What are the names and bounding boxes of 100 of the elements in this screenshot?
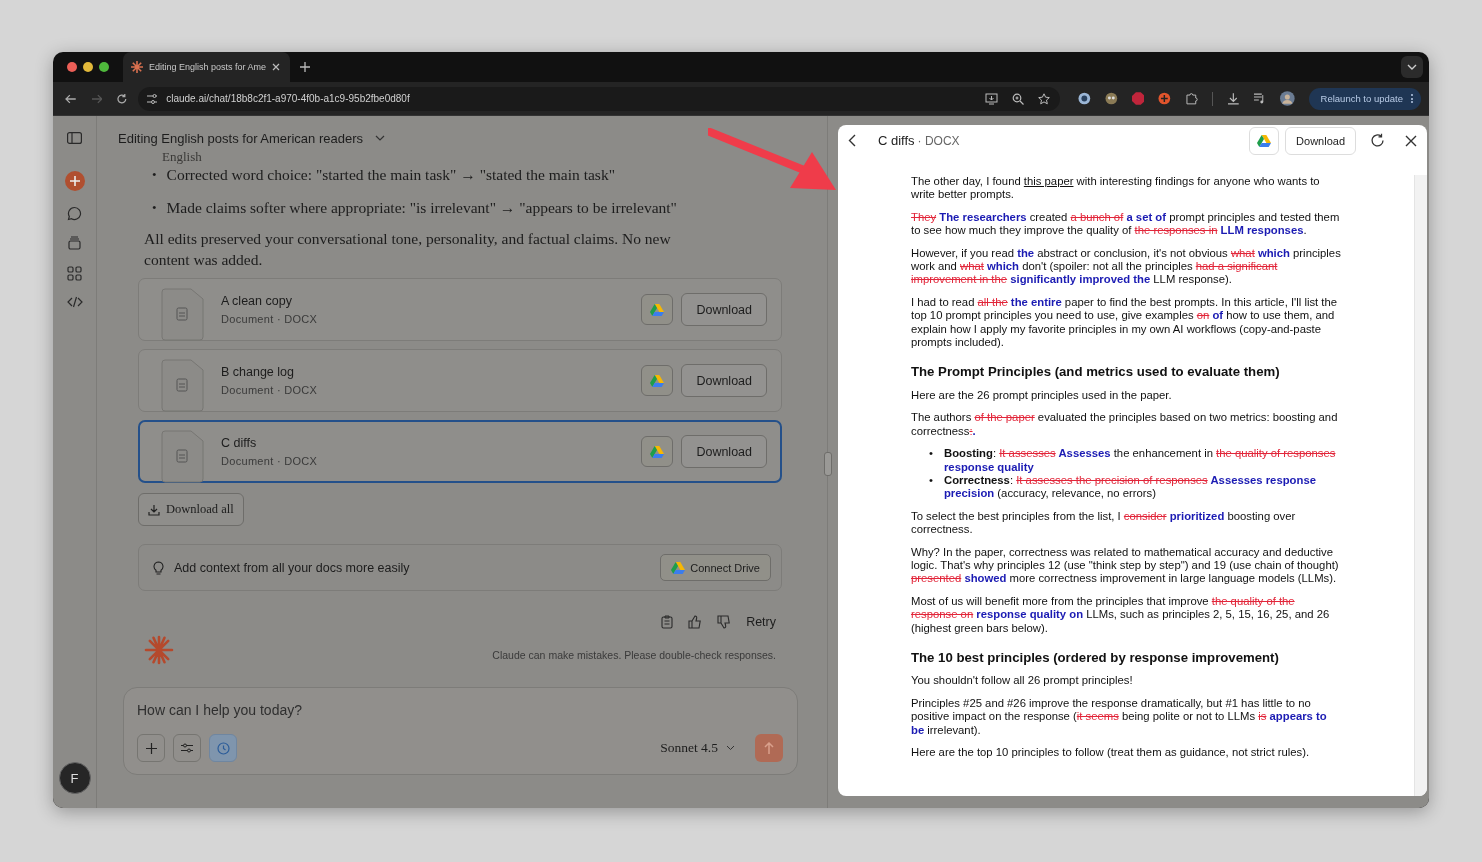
media-icon[interactable] (1253, 92, 1266, 105)
file-card[interactable]: C diffs Document · DOCX Download (138, 420, 782, 483)
bookmark-star-icon[interactable] (1038, 92, 1051, 105)
document-paragraph: They The researchers created a bunch of a set of prompt principles and tested them to see how much they improve the quality of the responses in LLM responses. (911, 210, 1341, 238)
download-all-button[interactable]: Download all (138, 493, 244, 526)
file-name: B change log (221, 365, 295, 379)
chevron-down-icon[interactable] (374, 135, 385, 141)
document-paragraph: Here are the 26 prompt principles used in the paper. (911, 388, 1173, 403)
document-paragraph: You shouldn't follow all 26 prompt principles! (911, 674, 1134, 688)
refresh-icon[interactable] (1370, 133, 1385, 148)
download-button[interactable]: Download (681, 293, 767, 326)
code-icon[interactable] (66, 296, 83, 308)
file-card[interactable]: B change log Document · DOCX Download (138, 349, 782, 412)
download-icon[interactable] (1226, 92, 1240, 105)
copy-icon[interactable] (661, 615, 674, 629)
asterisk-icon (131, 61, 143, 73)
bullet-marker: • (152, 199, 157, 217)
chat-title[interactable]: Editing English posts for American readers (118, 130, 363, 146)
bullet-marker: • (929, 447, 933, 462)
close-icon[interactable] (272, 63, 281, 71)
download-button[interactable]: Download (681, 364, 767, 397)
message-text: English (161, 150, 202, 164)
spark-logo (144, 635, 174, 665)
list-item: Corrected word choice: "started the main task" → "stated the main task" (166, 165, 615, 185)
banner-text: Add context from all your docs more easily (174, 560, 410, 575)
close-window-button[interactable] (67, 62, 77, 72)
clock-icon (216, 741, 230, 755)
file-type: Document · DOCX (221, 384, 318, 396)
file-name: C diffs (221, 436, 258, 450)
document-paragraph: The authors of the paper evaluated the principles based on two metrics: boosting and correctness:. (911, 411, 1339, 439)
model-selector[interactable]: Sonnet 4.5 (660, 740, 735, 756)
thumbs-down-icon[interactable] (717, 615, 732, 629)
document-paragraph: Why? In the paper, correctness was related to mathematical accuracy and deductive logic. That's why principles 12 (use "think step by step") and 19 (use chain of thought) presented showed more correctness improvement in large language models (LLMs). (911, 545, 1340, 586)
chevron-down-icon (726, 745, 735, 751)
grid-icon[interactable] (67, 266, 82, 281)
sidebar-toggle-icon[interactable] (67, 132, 82, 144)
drive-icon (671, 561, 686, 574)
relaunch-button[interactable]: Relaunch to update (1308, 87, 1421, 110)
new-tab-icon[interactable] (300, 62, 311, 72)
site-settings-icon[interactable] (146, 92, 159, 105)
file-name: A clean copy (221, 294, 293, 308)
connect-drive-button[interactable]: Connect Drive (660, 554, 771, 581)
document-heading: The 10 best principles (ordered by response improvement) (911, 650, 1280, 665)
close-icon[interactable] (1405, 134, 1417, 147)
document-paragraph: The other day, I found this paper with interesting findings for anyone who wants to write better prompts. (911, 175, 1321, 202)
download-button[interactable]: Download (1285, 126, 1356, 155)
document-title: C diffs (878, 133, 915, 148)
download-icon (148, 503, 160, 516)
file-card[interactable]: A clean copy Document · DOCX Download (138, 278, 782, 341)
document-heading: The Prompt Principles (and metrics used to evaluate them) (911, 365, 1281, 379)
new-chat-icon[interactable] (64, 171, 85, 191)
extension-icon[interactable] (1104, 92, 1118, 105)
browser-tab[interactable]: Editing English posts for Ame (123, 52, 291, 82)
user-avatar[interactable]: F (58, 762, 91, 794)
disclaimer-text: Claude can make mistakes. Please double-check responses. (492, 649, 776, 661)
lightbulb-icon (153, 560, 164, 575)
chevron-down-icon[interactable] (1401, 56, 1423, 78)
message-text: All edits preserved your conversational tone, personality, and factual claims. No new content was added. (144, 229, 672, 270)
document-paragraph: To select the best principles from the list, I consider prioritized boosting over correctness. (911, 509, 1297, 537)
document-paragraph: Here are the top 10 principles to follow (treat them as guidance, not strict rules). (911, 746, 1311, 760)
save-to-drive-button[interactable] (641, 294, 674, 325)
adblock-icon[interactable] (1131, 92, 1145, 105)
install-icon[interactable] (985, 92, 999, 105)
folder-stack-icon[interactable] (67, 236, 82, 251)
drive-icon (650, 303, 665, 316)
address-bar[interactable]: claude.ai/chat/18b8c2f1-a970-4f0b-a1c9-95b2fbe0d80f (138, 86, 1061, 111)
file-type: Document · DOCX (221, 313, 318, 325)
list-item: Made claims softer where appropriate: "is irrelevant" → "appears to be irrelevant" (166, 198, 677, 218)
arrow-up-icon (764, 742, 774, 754)
add-button[interactable] (137, 734, 165, 762)
resize-handle[interactable] (824, 452, 832, 476)
bullet-marker: • (929, 473, 933, 488)
puzzle-icon[interactable] (1184, 92, 1198, 105)
zoom-icon[interactable] (1012, 92, 1025, 105)
back-icon[interactable] (848, 134, 856, 147)
document-paragraph: Most of us will benefit more from the principles that improve the quality of the response on response quality on LLMs, such as principles 2, 5, 15, 16, 25, and 26 (highest green bars below). (911, 594, 1331, 635)
extension-icon[interactable] (1078, 92, 1091, 105)
message-input[interactable]: How can I help you today? (137, 702, 783, 718)
save-to-drive-button[interactable] (641, 436, 674, 467)
chat-bubble-icon[interactable] (67, 206, 82, 221)
scrollbar[interactable] (1414, 175, 1427, 796)
save-to-drive-button[interactable] (641, 365, 674, 396)
back-icon[interactable] (65, 92, 77, 105)
list-item: Correctness: It assesses the precision of responses Assesses response precision (accuracy, relevance, no errors) (943, 473, 1317, 501)
profile-avatar[interactable] (1279, 91, 1295, 106)
sliders-icon (181, 743, 193, 753)
drive-icon (650, 445, 665, 458)
list-item: Boosting: It assesses Assesses the enhancement in the quality of responses response quality (943, 447, 1337, 474)
retry-button[interactable]: Retry (746, 615, 776, 629)
document-paragraph: However, if you read the abstract or conclusion, it's not obvious what which principles work and what which don't (spoiler: not all the principles had a significant improvement in the significantly improved the LLM response). (911, 246, 1342, 287)
tools-button[interactable] (173, 734, 201, 762)
thumbs-up-icon[interactable] (688, 615, 703, 629)
minimize-window-button[interactable] (83, 62, 93, 72)
document-paragraph: Principles #25 and #26 improve the response dramatically, but #1 has little to no positive impact on the response (it seems being polite or not to LLMs is appears to be irrelevant). (911, 696, 1328, 737)
maximize-window-button[interactable] (99, 62, 109, 72)
paper-link[interactable]: this paper (1023, 175, 1074, 187)
download-button[interactable]: Download (681, 435, 767, 468)
plus-icon (145, 742, 157, 754)
drive-icon (650, 374, 665, 387)
reload-icon[interactable] (116, 92, 129, 105)
